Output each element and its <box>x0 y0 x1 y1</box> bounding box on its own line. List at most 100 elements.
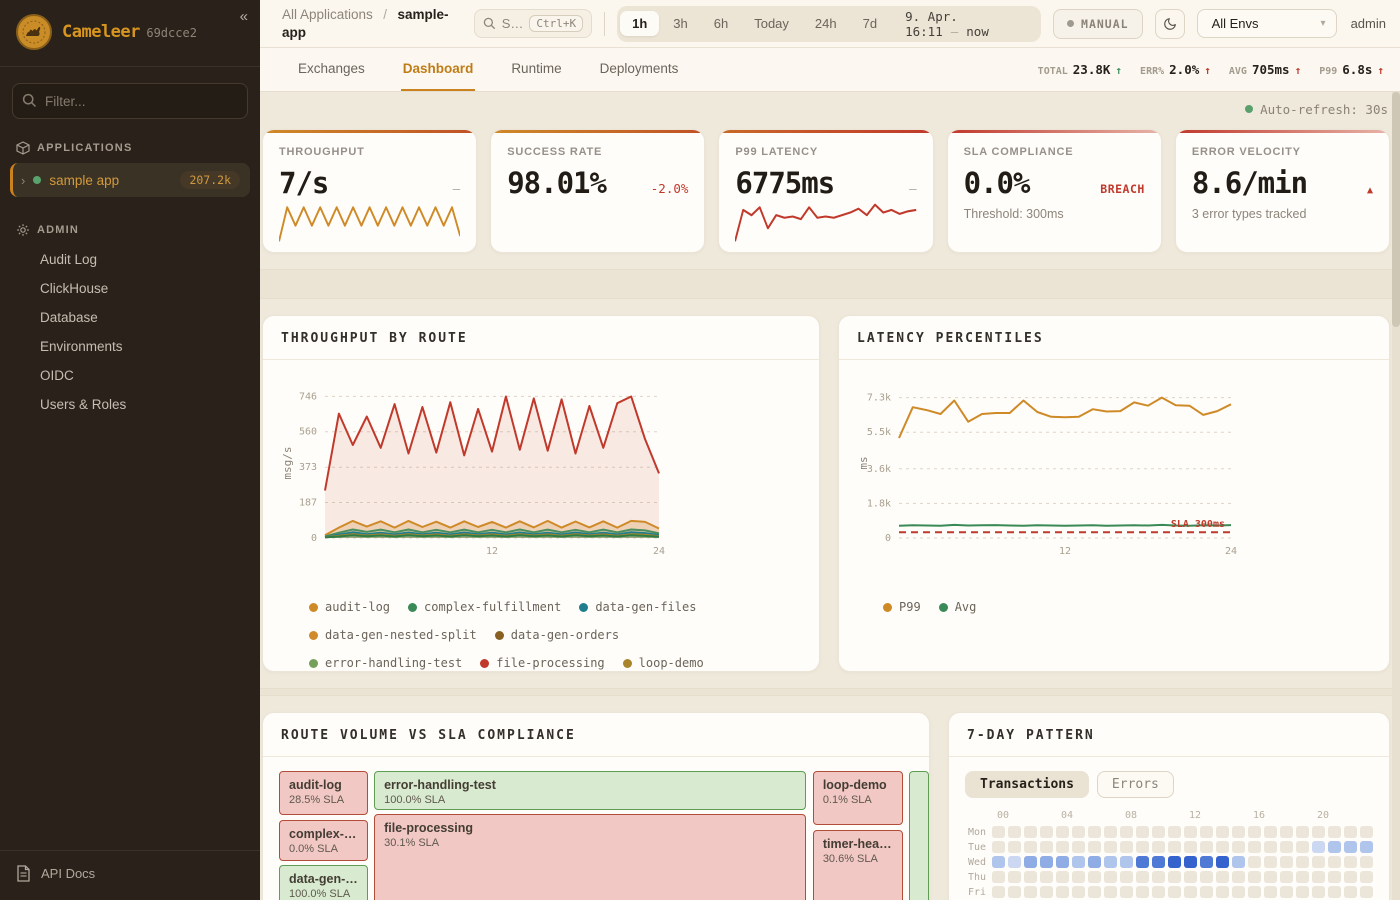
heatmap-cell <box>1200 871 1213 883</box>
sidebar-item-audit-log[interactable]: Audit Log <box>0 245 260 274</box>
applications-section-label: APPLICATIONS <box>0 125 260 163</box>
heatmap-cell <box>992 826 1005 838</box>
treemap-box-sliver[interactable] <box>909 771 929 900</box>
date-range-display[interactable]: 9. Apr. 16:11–now <box>891 9 1038 39</box>
treemap-box-complex-fulfillment[interactable]: complex-fulfillment0.0% SLA <box>279 820 368 861</box>
heatmap-cell <box>1264 871 1277 883</box>
app-name: sample app <box>49 173 172 188</box>
stat-p99: P996.8s↑ <box>1319 62 1384 77</box>
panel-title: 7-DAY PATTERN <box>949 713 1389 757</box>
treemap-box-file-processing[interactable]: file-processing30.1% SLA <box>374 814 806 900</box>
search-placeholder: S… <box>502 16 524 31</box>
range-24h[interactable]: 24h <box>803 11 849 36</box>
sidebar-item-database[interactable]: Database <box>0 303 260 332</box>
panel-title: LATENCY PERCENTILES <box>839 316 1389 360</box>
throughput-by-route-panel: THROUGHPUT BY ROUTE 01873735607461224msg… <box>262 315 820 672</box>
tab-runtime[interactable]: Runtime <box>509 48 563 91</box>
heatmap-cell <box>1360 886 1373 898</box>
legend-item-error-handling-test[interactable]: error-handling-test <box>309 649 462 672</box>
api-docs-link[interactable]: API Docs <box>0 850 260 900</box>
heatmap-cell <box>1248 826 1261 838</box>
heatmap-cell <box>1248 886 1261 898</box>
chevron-right-icon[interactable]: › <box>21 173 25 188</box>
treemap-box-loop-demo[interactable]: loop-demo0.1% SLA <box>813 771 904 825</box>
panel-title: THROUGHPUT BY ROUTE <box>263 316 819 360</box>
heatmap-cell <box>1232 826 1245 838</box>
legend-item-data-gen-orders[interactable]: data-gen-orders <box>495 621 619 649</box>
sparkline-svg <box>279 200 460 246</box>
heatmap-cell <box>1024 886 1037 898</box>
legend-item-data-gen-nested-split[interactable]: data-gen-nested-split <box>309 621 477 649</box>
main-area: All Applications / sample-app S… Ctrl+K … <box>260 0 1400 900</box>
toggle-transactions[interactable]: Transactions <box>965 771 1089 798</box>
range-6h[interactable]: 6h <box>702 11 740 36</box>
treemap-box-timer-heartbeat[interactable]: timer-heartbeat30.6% SLA <box>813 830 904 900</box>
breadcrumb-all-applications[interactable]: All Applications <box>282 7 373 22</box>
brand-name: Cameleer <box>62 22 140 42</box>
heatmap-cell <box>1152 856 1165 868</box>
theme-toggle-button[interactable] <box>1155 9 1185 39</box>
legend-item-Avg[interactable]: Avg <box>939 593 977 621</box>
p99-sparkline <box>735 200 916 246</box>
summary-stats: TOTAL23.8K↑ ERR%2.0%↑ AVG705ms↑ P996.8s↑ <box>1038 48 1384 91</box>
tab-deployments[interactable]: Deployments <box>598 48 681 91</box>
treemap-box-audit-log[interactable]: audit-log28.5% SLA <box>279 771 368 815</box>
legend-dot-icon <box>309 631 318 640</box>
topbar-right: MANUAL All Envs ▾ admin <box>1053 9 1386 39</box>
scrollbar-thumb[interactable] <box>1392 92 1400 327</box>
legend-item-loop-demo[interactable]: loop-demo <box>623 649 704 672</box>
heatmap-cell <box>1008 871 1021 883</box>
legend-dot-icon <box>309 603 318 612</box>
sidebar-item-sample-app[interactable]: › sample app 207.2k <box>10 163 250 197</box>
global-search-button[interactable]: S… Ctrl+K <box>474 9 592 38</box>
kpi-value: 7/s <box>279 166 328 200</box>
legend-item-complex-fulfillment[interactable]: complex-fulfillment <box>408 593 561 621</box>
sidebar-item-environments[interactable]: Environments <box>0 332 260 361</box>
range-today[interactable]: Today <box>742 11 801 36</box>
search-icon <box>483 17 496 30</box>
heatmap-cell <box>1344 886 1357 898</box>
sidebar-item-clickhouse[interactable]: ClickHouse <box>0 274 260 303</box>
legend-item-audit-log[interactable]: audit-log <box>309 593 390 621</box>
toggle-errors[interactable]: Errors <box>1097 771 1174 798</box>
range-1h[interactable]: 1h <box>620 11 659 36</box>
chart-svg: 01.8k3.6k5.5k7.3k1224msSLA 300ms <box>855 368 1377 586</box>
heatmap-cell <box>1120 886 1133 898</box>
kpi-success-rate: SUCCESS RATE 98.01%-2.0% <box>490 129 705 253</box>
heatmap-cell <box>1216 841 1229 853</box>
auto-refresh-indicator: Auto-refresh: 30s <box>262 97 1390 121</box>
heatmap-cell <box>1008 886 1021 898</box>
treemap-box-error-handling-test[interactable]: error-handling-test100.0% SLA <box>374 771 806 810</box>
heatmap-cell <box>1168 856 1181 868</box>
treemap-box-data-gen-files[interactable]: data-gen-files100.0% SLA <box>279 865 368 900</box>
kpi-value: 98.01% <box>507 166 606 200</box>
environment-select[interactable]: All Envs ▾ <box>1197 9 1337 38</box>
admin-nav: Audit Log ClickHouse Database Environmen… <box>0 245 260 419</box>
user-menu[interactable]: admin <box>1351 16 1386 31</box>
legend-item-data-gen-files[interactable]: data-gen-files <box>579 593 696 621</box>
range-3h[interactable]: 3h <box>661 11 699 36</box>
dashboard-content: Auto-refresh: 30s THROUGHPUT 7/s– SUCCES… <box>260 92 1400 900</box>
range-7d[interactable]: 7d <box>851 11 889 36</box>
legend-dot-icon <box>309 659 318 668</box>
heatmap-cell <box>1248 856 1261 868</box>
legend-item-file-processing[interactable]: file-processing <box>480 649 604 672</box>
heatmap-cell <box>1136 826 1149 838</box>
sidebar-item-oidc[interactable]: OIDC <box>0 361 260 390</box>
time-range-group: 1h 3h 6h Today 24h 7d 9. Apr. 16:11–now <box>617 6 1041 42</box>
sidebar-item-users-roles[interactable]: Users & Roles <box>0 390 260 419</box>
heatmap-cell <box>1184 871 1197 883</box>
tab-exchanges[interactable]: Exchanges <box>296 48 367 91</box>
sidebar-collapse-icon[interactable]: « <box>240 8 248 25</box>
manual-dot-icon <box>1067 20 1074 27</box>
tab-dashboard[interactable]: Dashboard <box>401 48 476 91</box>
legend-item-P99[interactable]: P99 <box>883 593 921 621</box>
manual-mode-button[interactable]: MANUAL <box>1053 9 1143 39</box>
heatmap-cell <box>1104 856 1117 868</box>
kpi-subtext: 3 error types tracked <box>1192 207 1373 221</box>
heatmap-cell <box>1184 856 1197 868</box>
heatmap-cell <box>1184 841 1197 853</box>
heatmap-grid: 000408121620MonTueWedThuFriSat <box>965 810 1373 900</box>
filter-input[interactable] <box>12 83 248 119</box>
heatmap-cell <box>1200 826 1213 838</box>
